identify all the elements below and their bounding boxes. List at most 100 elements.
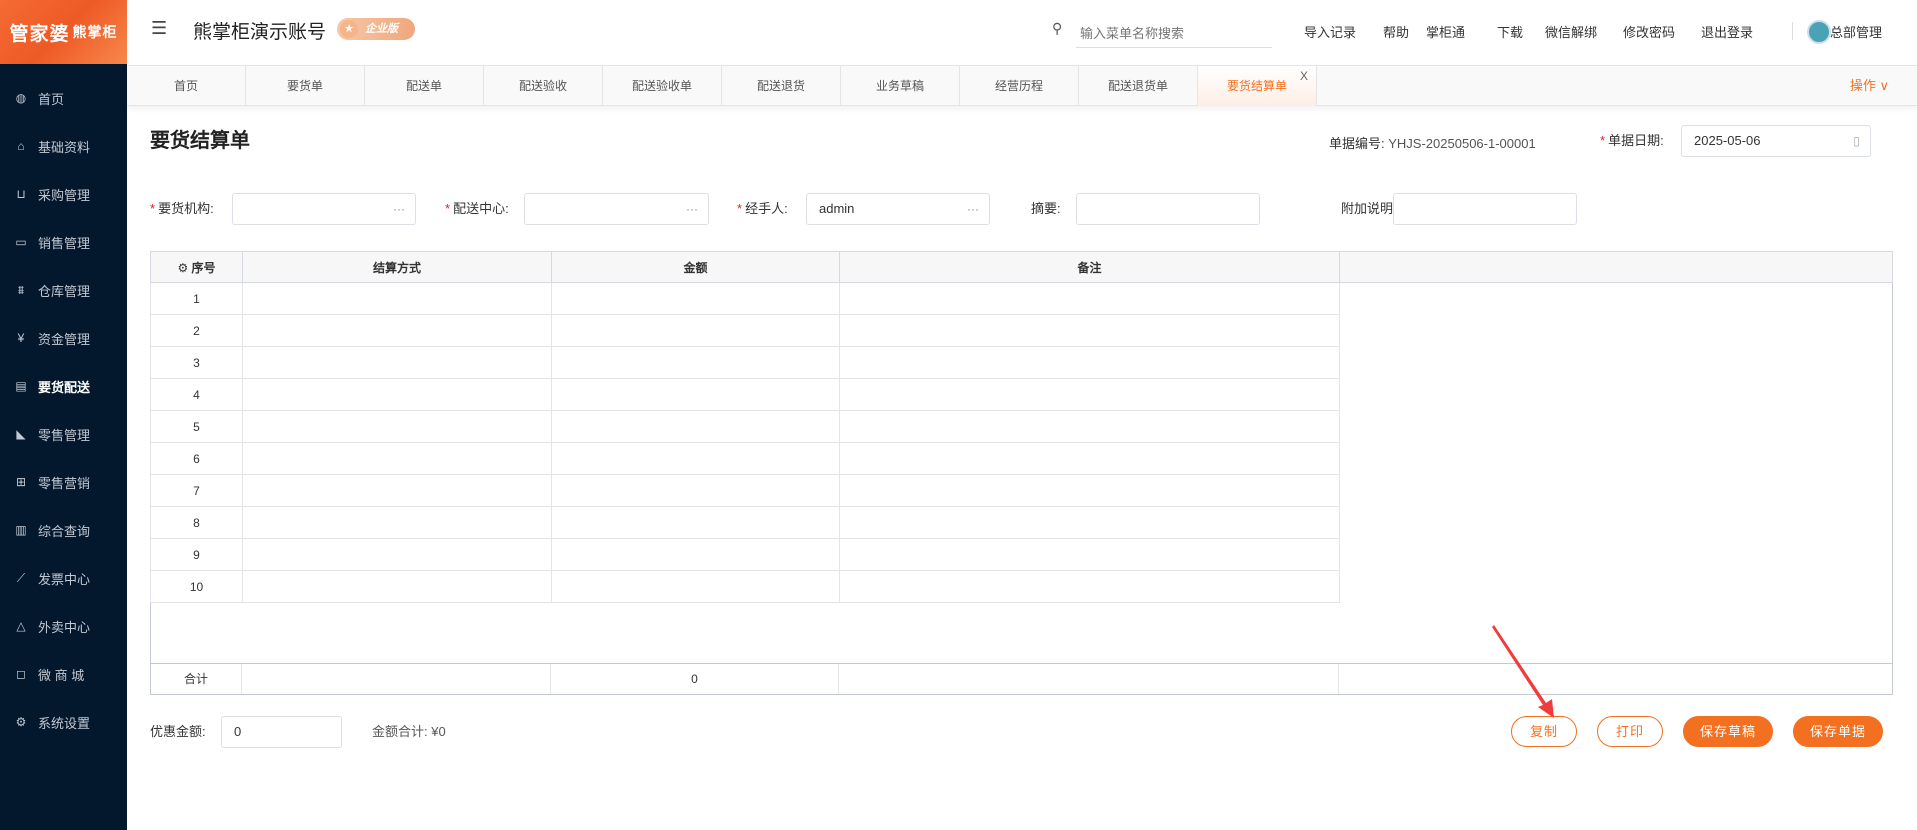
sidebar-item[interactable]: ⩩ 仓库管理 <box>0 266 127 314</box>
amount-cell[interactable] <box>551 378 840 411</box>
tab[interactable]: 经营历程 <box>960 66 1079 106</box>
method-cell[interactable] <box>242 410 552 443</box>
divider <box>1792 22 1793 40</box>
gear-icon[interactable]: ⚙ <box>177 261 188 275</box>
sidebar-item-label: 销售管理 <box>38 235 91 251</box>
col-index[interactable]: ⚙ 序号 <box>150 251 243 283</box>
method-cell[interactable] <box>242 442 552 475</box>
amount-cell[interactable] <box>551 474 840 507</box>
operations-menu[interactable]: 操作 ∨ <box>1850 66 1889 106</box>
calendar-icon: ▯ <box>1853 134 1860 148</box>
header-link[interactable]: 下载 <box>1497 22 1523 41</box>
sidebar-item[interactable]: ▭ 销售管理 <box>0 218 127 266</box>
tab-label: 配送单 <box>405 79 442 93</box>
sidebar-item[interactable]: ▤ 要货配送 <box>0 362 127 410</box>
amount-cell[interactable] <box>551 346 840 379</box>
method-cell[interactable] <box>242 474 552 507</box>
remark-cell[interactable] <box>839 314 1340 347</box>
sidebar-item[interactable]: ◣ 零售管理 <box>0 410 127 458</box>
method-cell[interactable] <box>242 282 552 315</box>
tab[interactable]: 要货结算单 X <box>1198 66 1317 106</box>
amount-cell[interactable] <box>551 442 840 475</box>
table-row: 2 <box>150 314 1893 347</box>
close-icon[interactable]: X <box>1300 56 1308 96</box>
logo-text: 管家婆 <box>9 23 70 45</box>
sidebar-item[interactable]: ¥ 资金管理 <box>0 314 127 362</box>
amount-cell[interactable] <box>551 570 840 603</box>
header-link[interactable]: 掌柜通 <box>1426 22 1465 41</box>
bar-chart-icon: ▥ <box>15 523 27 537</box>
amount-cell[interactable] <box>551 282 840 315</box>
header-link[interactable]: 修改密码 <box>1623 22 1675 41</box>
header-link[interactable]: 导入记录 <box>1304 22 1356 41</box>
menu-toggle-icon[interactable]: ☰ <box>151 18 167 39</box>
avatar[interactable] <box>1807 20 1831 44</box>
tab[interactable]: 配送验收单 <box>603 66 722 106</box>
sidebar-item[interactable]: △ 外卖中心 <box>0 602 127 650</box>
remark-cell[interactable] <box>839 474 1340 507</box>
center-input[interactable]: ··· <box>524 193 709 225</box>
remark-cell[interactable] <box>839 570 1340 603</box>
sidebar-item[interactable]: ⌂ 基础资料 <box>0 122 127 170</box>
org-input[interactable]: ··· <box>232 193 416 225</box>
discount-input[interactable]: 0 <box>221 716 342 748</box>
more-icon[interactable]: ··· <box>686 194 698 224</box>
remark-cell[interactable] <box>839 442 1340 475</box>
discount-label: 优惠金额: <box>150 724 206 739</box>
row-index: 10 <box>150 570 243 603</box>
table-row: 6 <box>150 442 1893 475</box>
method-cell[interactable] <box>242 314 552 347</box>
tab[interactable]: 配送单 <box>365 66 484 106</box>
user-name[interactable]: 总部管理 <box>1830 22 1882 41</box>
method-cell[interactable] <box>242 570 552 603</box>
print-button[interactable]: 打印 <box>1597 716 1663 747</box>
sidebar-item[interactable]: ⚙ 系统设置 <box>0 698 127 746</box>
tab[interactable]: 配送退货 <box>722 66 841 106</box>
remark-cell[interactable] <box>839 506 1340 539</box>
tab-label: 配送验收 <box>518 79 567 93</box>
amount-cell[interactable] <box>551 538 840 571</box>
header-link[interactable]: 退出登录 <box>1701 22 1753 41</box>
tab[interactable]: 要货单 <box>246 66 365 106</box>
row-index: 5 <box>150 410 243 443</box>
method-cell[interactable] <box>242 378 552 411</box>
sidebar-item-label: 外卖中心 <box>38 619 91 635</box>
handler-input[interactable]: admin ··· <box>806 193 990 225</box>
total-label: 合计 <box>151 664 242 694</box>
header-link[interactable]: 微信解绑 <box>1545 22 1597 41</box>
note-label: 附加说明: <box>1341 201 1397 216</box>
tab[interactable]: 业务草稿 <box>841 66 960 106</box>
remark-cell[interactable] <box>839 410 1340 443</box>
method-cell[interactable] <box>242 506 552 539</box>
sidebar-item[interactable]: ◻ 微 商 城 <box>0 650 127 698</box>
sidebar-item-label: 基础资料 <box>38 139 91 155</box>
note-input[interactable] <box>1393 193 1577 225</box>
amount-cell[interactable] <box>551 314 840 347</box>
sidebar-item[interactable]: ▥ 综合查询 <box>0 506 127 554</box>
amount-cell[interactable] <box>551 410 840 443</box>
date-input[interactable]: 2025-05-06 ▯ <box>1681 125 1871 157</box>
sidebar-item[interactable]: ⟋ 发票中心 <box>0 554 127 602</box>
remark-cell[interactable] <box>839 378 1340 411</box>
more-icon[interactable]: ··· <box>393 194 405 224</box>
more-icon[interactable]: ··· <box>967 194 979 224</box>
save-draft-button[interactable]: 保存草稿 <box>1683 716 1773 747</box>
save-button[interactable]: 保存单据 <box>1793 716 1883 747</box>
star-icon: ★ <box>340 20 358 38</box>
summary-input[interactable] <box>1076 193 1260 225</box>
remark-cell[interactable] <box>839 282 1340 315</box>
sidebar-item[interactable]: ◍ 首页 <box>0 74 127 122</box>
menu-search-input[interactable] <box>1076 20 1272 48</box>
method-cell[interactable] <box>242 346 552 379</box>
tab[interactable]: 首页 <box>127 66 246 106</box>
tab[interactable]: 配送退货单 <box>1079 66 1198 106</box>
sidebar-item[interactable]: ⊞ 零售营销 <box>0 458 127 506</box>
amount-cell[interactable] <box>551 506 840 539</box>
tab[interactable]: 配送验收 <box>484 66 603 106</box>
account-title: 熊掌柜演示账号 <box>193 22 327 43</box>
header-link[interactable]: 帮助 <box>1383 22 1409 41</box>
remark-cell[interactable] <box>839 538 1340 571</box>
sidebar-item[interactable]: ⊔ 采购管理 <box>0 170 127 218</box>
method-cell[interactable] <box>242 538 552 571</box>
remark-cell[interactable] <box>839 346 1340 379</box>
